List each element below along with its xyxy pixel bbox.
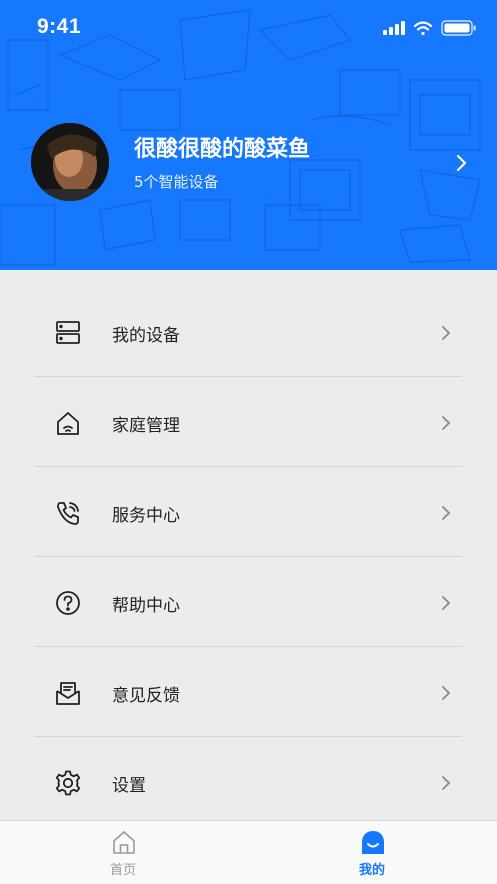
gear-icon [55,770,81,796]
menu-item-label: 设置 [112,776,146,796]
menu-item-family-management[interactable]: 家庭管理 [0,377,497,467]
tab-bar: 首页 我的 [0,820,497,884]
profile-header: 9:41 很酸很酸的酸菜鱼 5个智能设备 [0,0,497,270]
chevron-right-icon[interactable] [452,153,470,173]
wifi-icon [413,20,433,35]
devices-icon [56,321,80,344]
signal-icon [383,21,405,35]
feedback-mail-icon [56,682,80,705]
status-bar: 9:41 [0,0,497,56]
menu-item-label: 帮助中心 [112,596,180,616]
username[interactable]: 很酸很酸的酸菜鱼 [134,131,310,163]
home-tab-icon [113,831,135,854]
avatar-photo [31,123,109,201]
menu-item-service-center[interactable]: 服务中心 [0,467,497,557]
menu-item-my-devices[interactable]: 我的设备 [0,287,497,377]
menu-item-label: 我的设备 [112,326,180,346]
help-icon [56,591,80,615]
tab-home[interactable]: 首页 [63,821,183,884]
chevron-right-icon [442,686,451,700]
chevron-right-icon [442,326,451,340]
status-time: 9:41 [37,15,82,38]
avatar[interactable] [31,123,109,201]
menu-item-label: 家庭管理 [112,416,180,436]
menu-item-feedback[interactable]: 意见反馈 [0,647,497,737]
home-icon [57,412,79,435]
chevron-right-icon [442,776,451,790]
tab-label: 我的 [358,863,385,878]
menu-item-label: 服务中心 [112,506,180,526]
chevron-right-icon [442,596,451,610]
chevron-right-icon [442,416,451,430]
menu-item-label: 意见反馈 [112,686,180,706]
tab-label: 首页 [109,863,136,878]
menu-item-help-center[interactable]: 帮助中心 [0,557,497,647]
menu-list: 我的设备 家庭管理 服务中心 帮助中心 意见反馈 设置 [0,287,497,827]
menu-item-settings[interactable]: 设置 [0,737,497,827]
profile-tab-icon [362,831,384,854]
battery-icon [441,20,476,36]
chevron-right-icon [442,506,451,520]
device-count: 5个智能设备 [134,173,219,191]
phone-service-icon [57,502,79,525]
tab-profile[interactable]: 我的 [312,821,432,884]
